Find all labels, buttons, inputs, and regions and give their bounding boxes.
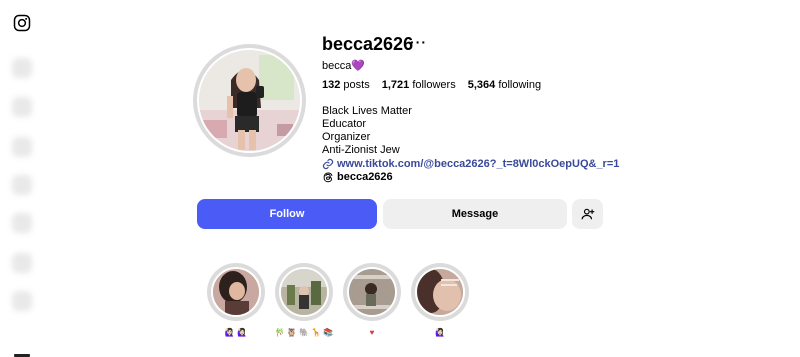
story-highlight[interactable]: 🙋🏻‍♀️	[410, 263, 470, 337]
add-person-icon	[581, 208, 594, 220]
instagram-icon[interactable]	[13, 14, 31, 32]
profile-bio: Black Lives Matter Educator Organizer An…	[322, 105, 412, 157]
bio-line: Organizer	[322, 131, 371, 143]
profile-avatar[interactable]	[193, 44, 306, 157]
notifications-nav-icon[interactable]	[12, 253, 32, 273]
reels-nav-icon[interactable]	[12, 175, 32, 195]
highlight-cover-ring	[411, 263, 469, 321]
profile-link[interactable]: www.tiktok.com/@becca2626?_t=8Wl0ckOepUQ…	[322, 158, 619, 170]
threads-link[interactable]: becca2626	[322, 171, 393, 183]
highlight-cover-ring	[275, 263, 333, 321]
more-options-button[interactable]: ···	[410, 34, 427, 50]
sidebar-nav	[0, 0, 44, 357]
bio-line: Black Lives Matter	[322, 105, 412, 117]
profile-link-text[interactable]: www.tiktok.com/@becca2626?_t=8Wl0ckOepUQ…	[337, 158, 619, 170]
message-button[interactable]: Message	[383, 199, 567, 229]
follow-button[interactable]: Follow	[197, 199, 377, 229]
highlight-cover-image	[347, 267, 397, 317]
explore-nav-icon[interactable]	[12, 137, 32, 157]
highlight-cover-ring	[343, 263, 401, 321]
following-label: following	[498, 79, 542, 91]
link-icon	[322, 158, 334, 170]
highlight-label: 🙋🏻‍♀️	[435, 328, 445, 337]
following-count: 5,364	[467, 79, 496, 91]
bio-line: Anti-Zionist Jew	[322, 144, 400, 156]
story-highlight[interactable]: 🙋🏻‍♀️ 🙋🏻‍♀️	[206, 263, 266, 337]
profile-stats: 132 posts 1,721 followers 5,364 followin…	[322, 79, 541, 91]
bio-line: Educator	[322, 118, 367, 130]
highlight-cover-image	[279, 267, 329, 317]
messages-nav-icon[interactable]	[12, 213, 32, 233]
search-nav-icon[interactable]	[12, 97, 32, 117]
followers-count: 1,721	[381, 79, 410, 91]
suggest-user-button[interactable]	[572, 199, 603, 229]
story-highlight[interactable]: 🎋 🦉 🐘 🦒 📚	[274, 263, 334, 337]
followers-stat[interactable]: 1,721 followers	[382, 79, 456, 91]
posts-count: 132	[322, 79, 341, 91]
highlight-cover-image	[211, 267, 261, 317]
story-highlight[interactable]: ♥	[342, 263, 402, 337]
create-nav-icon[interactable]	[12, 291, 32, 311]
profile-full-name: becca💜	[322, 59, 365, 72]
purple-heart-icon: 💜	[351, 60, 366, 72]
highlight-label: 🙋🏻‍♀️ 🙋🏻‍♀️	[224, 328, 248, 337]
threads-handle[interactable]: becca2626	[337, 171, 393, 183]
highlight-cover-image	[415, 267, 465, 317]
highlight-label: ♥	[369, 328, 375, 337]
home-nav-icon[interactable]	[12, 58, 32, 78]
highlight-cover-ring	[207, 263, 265, 321]
posts-stat[interactable]: 132 posts	[322, 79, 370, 91]
profile-username: becca2626	[322, 34, 414, 54]
followers-label: followers	[412, 79, 456, 91]
following-stat[interactable]: 5,364 following	[468, 79, 541, 91]
full-name-text: becca	[322, 60, 352, 72]
avatar-photo	[197, 48, 302, 153]
posts-label: posts	[343, 79, 370, 91]
highlight-label: 🎋 🦉 🐘 🦒 📚	[274, 328, 334, 337]
threads-icon	[323, 172, 333, 183]
